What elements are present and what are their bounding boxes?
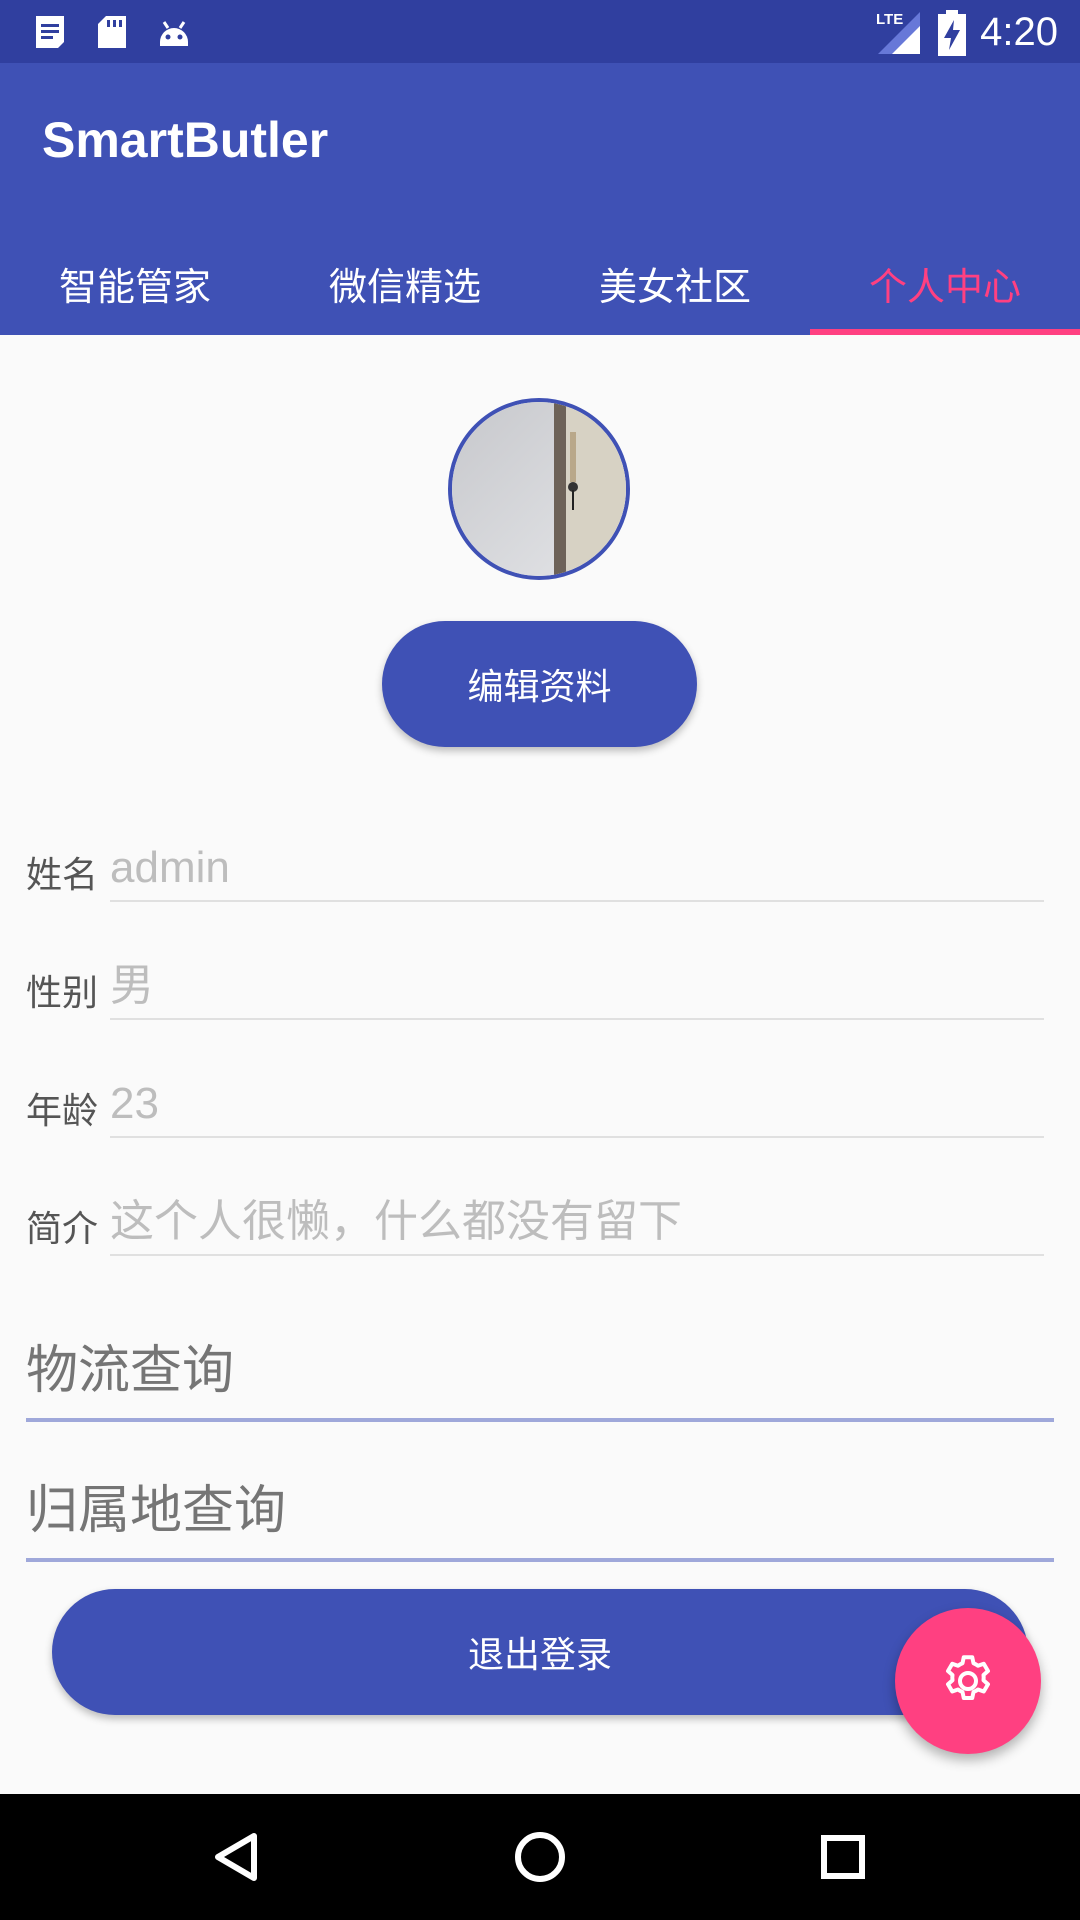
logout-button[interactable]: 退出登录 bbox=[52, 1589, 1028, 1715]
tab-label: 智能管家 bbox=[58, 264, 211, 309]
tab-personal-center[interactable]: 个人中心 bbox=[810, 231, 1080, 335]
notes-icon bbox=[36, 16, 64, 48]
tab-label: 个人中心 bbox=[868, 264, 1021, 309]
logistics-query-button[interactable]: 物流查询 bbox=[26, 1312, 1054, 1422]
tab-bar: 智能管家 微信精选 美女社区 个人中心 bbox=[0, 231, 1080, 335]
avatar[interactable] bbox=[448, 398, 630, 580]
tab-indicator bbox=[810, 329, 1080, 335]
tab-beauty-community[interactable]: 美女社区 bbox=[540, 231, 810, 335]
navigation-bar bbox=[0, 1794, 1080, 1920]
status-bar: LTE 4:20 bbox=[0, 0, 1080, 63]
gear-icon bbox=[946, 1655, 990, 1700]
edit-profile-button[interactable]: 编辑资料 bbox=[382, 621, 697, 747]
avatar-photo bbox=[452, 402, 626, 576]
gender-field[interactable]: 男 bbox=[110, 954, 1044, 1020]
age-label: 年龄 bbox=[26, 1091, 99, 1132]
gender-label: 性别 bbox=[26, 973, 99, 1014]
app-title: SmartButler bbox=[42, 112, 329, 168]
tab-wechat-selection[interactable]: 微信精选 bbox=[270, 231, 540, 335]
location-query-button[interactable]: 归属地查询 bbox=[26, 1452, 1054, 1562]
back-icon[interactable] bbox=[202, 1822, 272, 1892]
bio-field[interactable]: 这个人很懒，什么都没有留下 bbox=[110, 1190, 1044, 1256]
home-icon[interactable] bbox=[505, 1822, 575, 1892]
name-label: 姓名 bbox=[26, 855, 99, 896]
sd-card-icon bbox=[98, 16, 126, 48]
tab-label: 美女社区 bbox=[598, 264, 751, 309]
lte-label: LTE bbox=[876, 11, 903, 28]
lte-signal-icon: LTE bbox=[876, 11, 920, 54]
tab-label: 微信精选 bbox=[328, 264, 481, 309]
recents-icon[interactable] bbox=[808, 1822, 878, 1892]
age-field[interactable]: 23 bbox=[110, 1072, 1044, 1138]
tab-smart-butler[interactable]: 智能管家 bbox=[0, 231, 270, 335]
bio-label: 简介 bbox=[26, 1209, 99, 1250]
status-time: 4:20 bbox=[980, 10, 1058, 54]
name-field[interactable]: admin bbox=[110, 836, 1044, 902]
app-bar: SmartButler 智能管家 微信精选 美女社区 个人中心 bbox=[0, 63, 1080, 335]
battery-charging-icon bbox=[938, 10, 966, 56]
settings-fab[interactable] bbox=[895, 1608, 1041, 1754]
android-icon bbox=[160, 21, 188, 46]
